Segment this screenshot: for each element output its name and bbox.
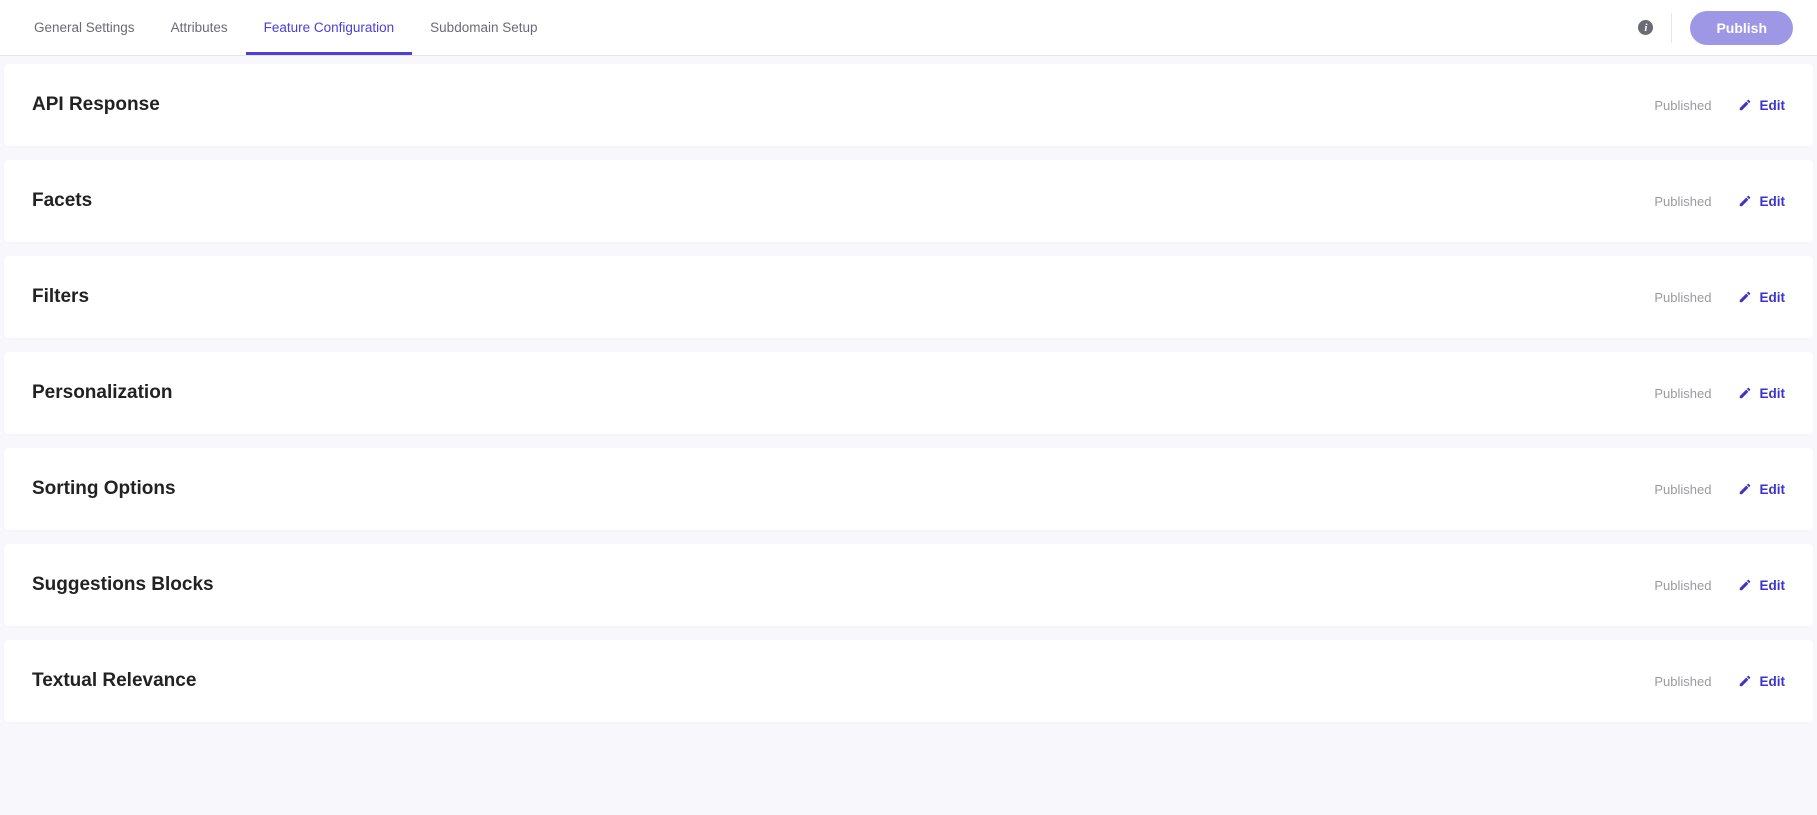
status-label: Published [1654,482,1711,497]
feature-actions: Published Edit [1654,578,1785,593]
edit-button[interactable]: Edit [1738,482,1786,497]
status-label: Published [1654,194,1711,209]
edit-button[interactable]: Edit [1738,194,1786,209]
feature-title: Suggestions Blocks [32,574,214,596]
pencil-icon [1738,98,1752,112]
tab-feature-configuration[interactable]: Feature Configuration [246,0,413,55]
feature-title: Filters [32,286,89,308]
edit-label: Edit [1760,194,1786,209]
feature-card: API Response Published Edit [4,64,1813,146]
status-label: Published [1654,290,1711,305]
feature-actions: Published Edit [1654,482,1785,497]
status-label: Published [1654,98,1711,113]
edit-label: Edit [1760,674,1786,689]
edit-button[interactable]: Edit [1738,674,1786,689]
tab-general-settings[interactable]: General Settings [16,0,153,55]
feature-title: Facets [32,190,92,212]
feature-title: Personalization [32,382,172,404]
pencil-icon [1738,290,1752,304]
pencil-icon [1738,194,1752,208]
feature-title: Sorting Options [32,478,176,500]
edit-button[interactable]: Edit [1738,386,1786,401]
edit-button[interactable]: Edit [1738,98,1786,113]
tab-subdomain-setup[interactable]: Subdomain Setup [412,0,555,55]
edit-label: Edit [1760,290,1786,305]
pencil-icon [1738,674,1752,688]
feature-actions: Published Edit [1654,98,1785,113]
edit-button[interactable]: Edit [1738,578,1786,593]
info-icon[interactable]: i [1638,20,1653,35]
feature-card: Suggestions Blocks Published Edit [4,544,1813,626]
feature-card: Sorting Options Published Edit [4,448,1813,530]
feature-title: API Response [32,94,160,116]
publish-button[interactable]: Publish [1690,11,1793,45]
tab-attributes[interactable]: Attributes [153,0,246,55]
pencil-icon [1738,386,1752,400]
feature-card: Textual Relevance Published Edit [4,640,1813,722]
feature-actions: Published Edit [1654,674,1785,689]
feature-title: Textual Relevance [32,670,196,692]
pencil-icon [1738,482,1752,496]
edit-label: Edit [1760,578,1786,593]
feature-actions: Published Edit [1654,386,1785,401]
feature-card: Filters Published Edit [4,256,1813,338]
status-label: Published [1654,386,1711,401]
tabs-container: General SettingsAttributesFeature Config… [16,0,556,55]
header-bar: General SettingsAttributesFeature Config… [0,0,1817,56]
feature-card: Personalization Published Edit [4,352,1813,434]
status-label: Published [1654,674,1711,689]
edit-label: Edit [1760,386,1786,401]
feature-list: API Response Published Edit Facets Published… [0,56,1817,744]
pencil-icon [1738,578,1752,592]
vertical-divider [1671,13,1672,43]
edit-button[interactable]: Edit [1738,290,1786,305]
feature-actions: Published Edit [1654,194,1785,209]
feature-card: Facets Published Edit [4,160,1813,242]
status-label: Published [1654,578,1711,593]
header-right: i Publish [1638,11,1793,45]
feature-actions: Published Edit [1654,290,1785,305]
edit-label: Edit [1760,482,1786,497]
edit-label: Edit [1760,98,1786,113]
